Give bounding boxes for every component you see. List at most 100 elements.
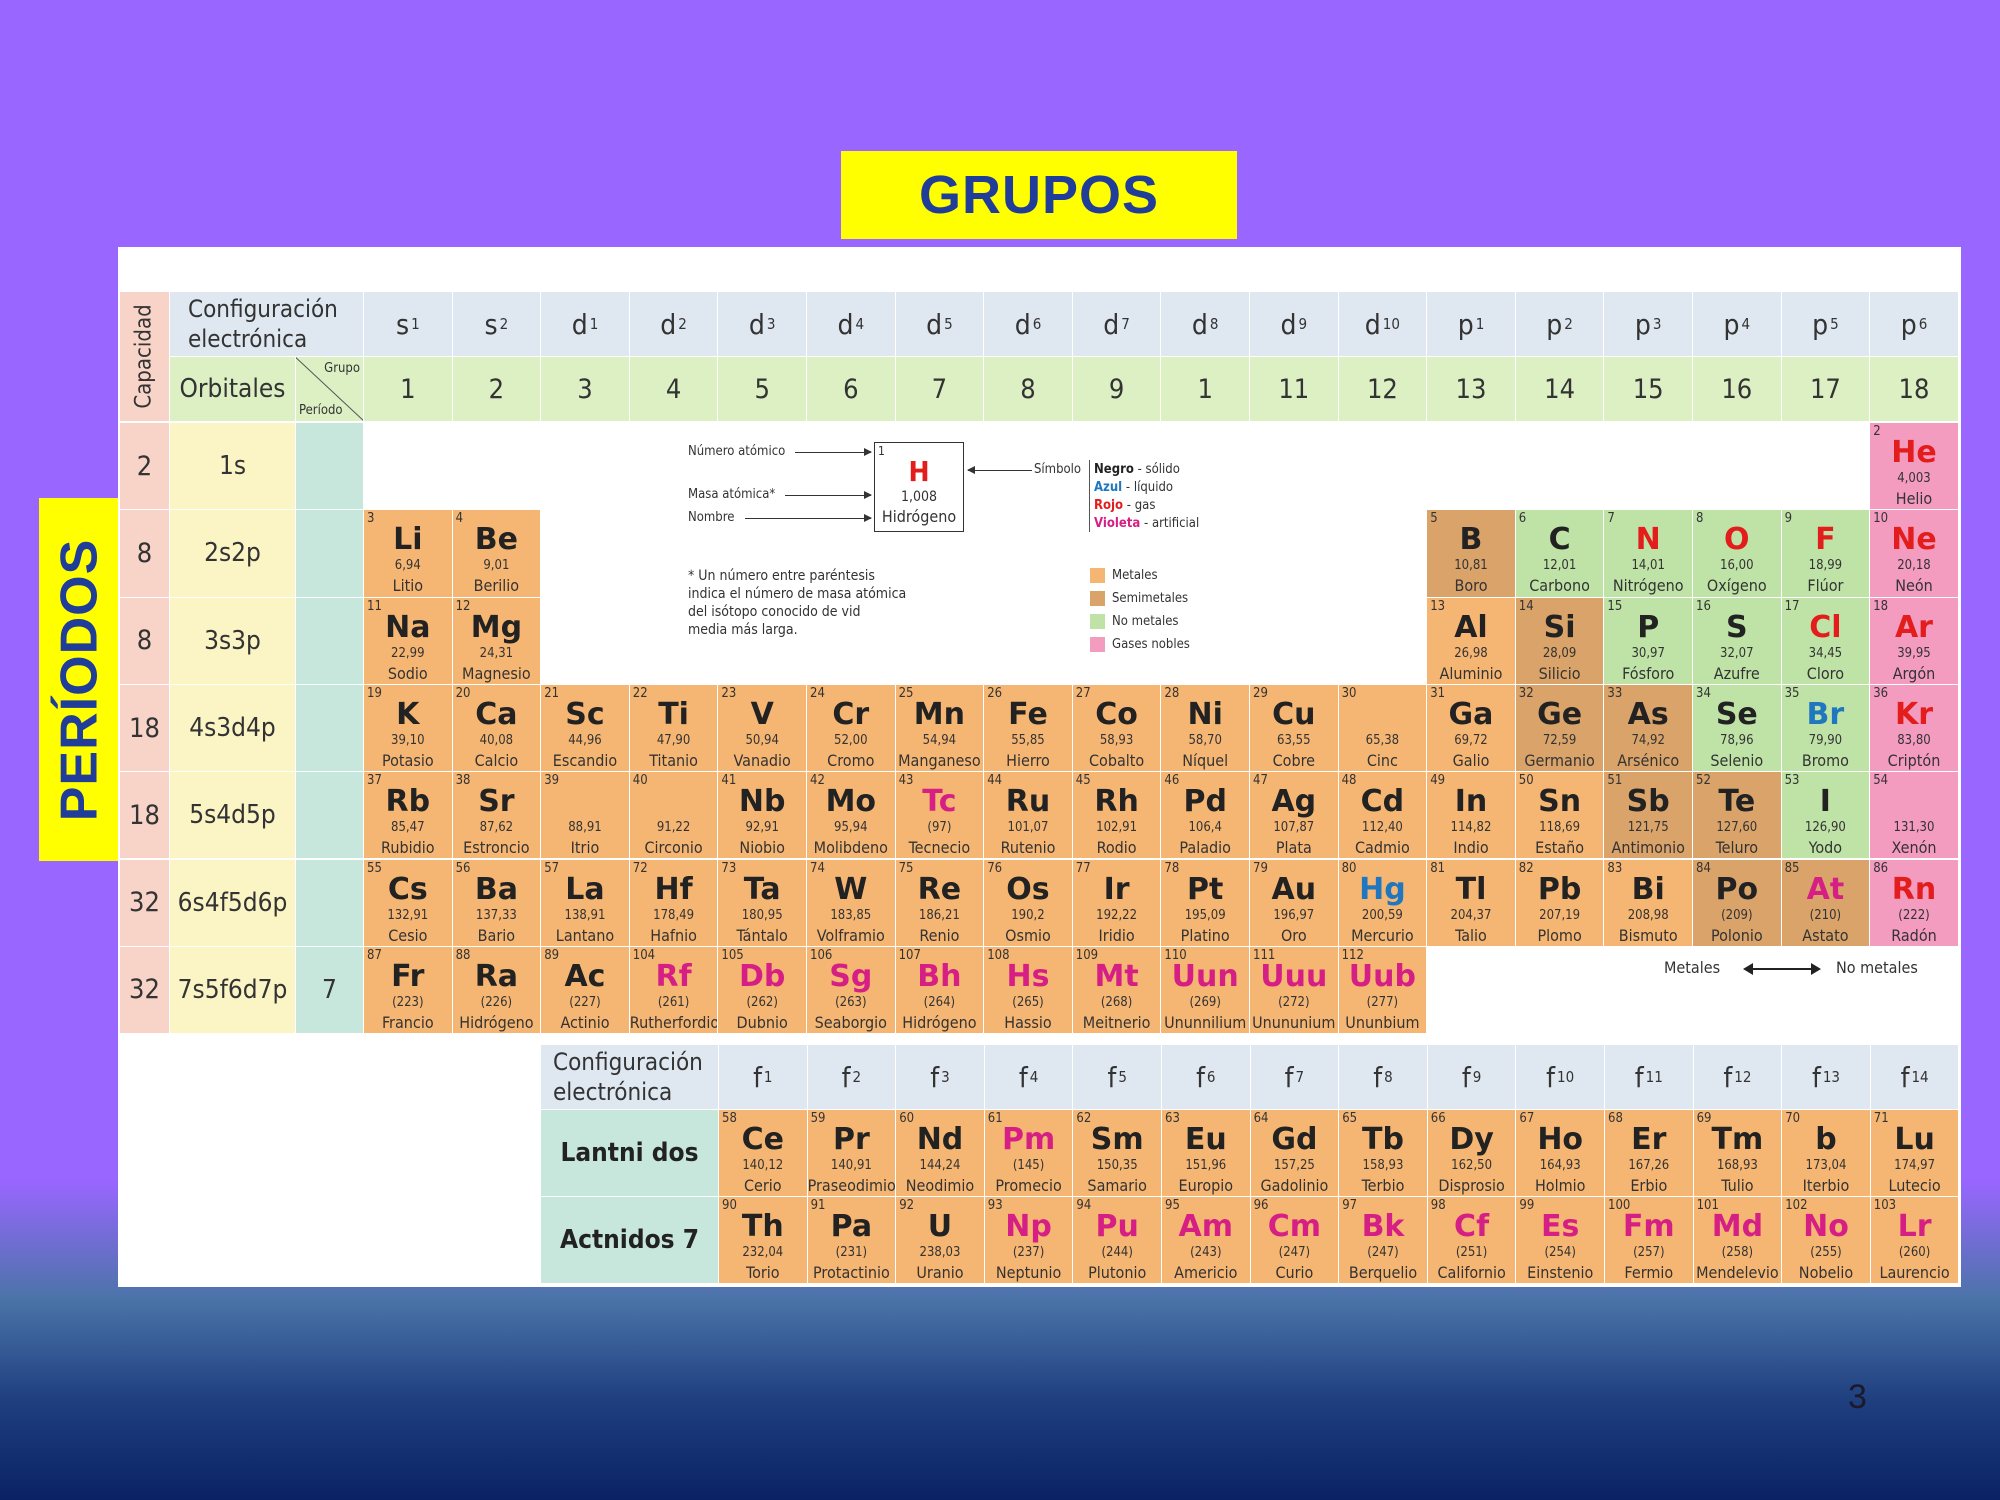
- element-67[interactable]: 67 Ho 164,93 Holmio: [1516, 1110, 1605, 1197]
- element-62[interactable]: 62 Sm 150,35 Samario: [1073, 1110, 1162, 1197]
- element-25[interactable]: 25 Mn 54,94 Manganeso: [895, 684, 985, 773]
- element-53[interactable]: 53 I 126,90 Yodo: [1781, 772, 1871, 860]
- element-20[interactable]: 20 Ca 40,08 Calcio: [452, 684, 542, 773]
- element-76[interactable]: 76 Os 190,2 Osmio: [984, 859, 1073, 947]
- element-87[interactable]: 87 Fr (223) Francio: [364, 946, 453, 1035]
- element-45[interactable]: 45 Rh 102,91 Rodio: [1072, 772, 1162, 860]
- element-37[interactable]: 37 Rb 85,47 Rubidio: [364, 772, 453, 860]
- element-107[interactable]: 107 Bh (264) Hidrógeno: [895, 946, 985, 1035]
- element-10[interactable]: 10 Ne 20,18 Neón: [1870, 510, 1959, 598]
- element-27[interactable]: 27 Co 58,93 Cobalto: [1072, 684, 1162, 773]
- element-39[interactable]: 39 88,91 Itrio: [541, 772, 630, 860]
- element-77[interactable]: 77 Ir 192,22 Iridio: [1072, 859, 1162, 947]
- element-74[interactable]: 74 W 183,85 Volframio: [807, 859, 896, 947]
- element-81[interactable]: 81 Tl 204,37 Talio: [1427, 859, 1516, 947]
- element-65[interactable]: 65 Tb 158,93 Terbio: [1339, 1110, 1428, 1197]
- element-18[interactable]: 18 Ar 39,95 Argón: [1870, 597, 1959, 685]
- element-108[interactable]: 108 Hs (265) Hassio: [984, 946, 1073, 1035]
- element-105[interactable]: 105 Db (262) Dubnio: [718, 946, 807, 1035]
- element-51[interactable]: 51 Sb 121,75 Antimonio: [1604, 772, 1693, 860]
- element-56[interactable]: 56 Ba 137,33 Bario: [452, 859, 542, 947]
- element-34[interactable]: 34 Se 78,96 Selenio: [1693, 684, 1782, 773]
- element-22[interactable]: 22 Ti 47,90 Titanio: [629, 684, 719, 773]
- element-109[interactable]: 109 Mt (268) Meitnerio: [1072, 946, 1162, 1035]
- element-92[interactable]: 92 U 238,03 Uranio: [896, 1197, 985, 1284]
- element-73[interactable]: 73 Ta 180,95 Tántalo: [718, 859, 807, 947]
- element-5[interactable]: 5 B 10,81 Boro: [1427, 510, 1516, 598]
- element-42[interactable]: 42 Mo 95,94 Molibdeno: [807, 772, 896, 860]
- element-43[interactable]: 43 Tc (97) Tecnecio: [895, 772, 985, 860]
- element-101[interactable]: 101 Md (258) Mendelevio: [1693, 1197, 1783, 1284]
- element-85[interactable]: 85 At (210) Astato: [1781, 859, 1871, 947]
- element-97[interactable]: 97 Bk (247) Berquelio: [1339, 1197, 1428, 1284]
- element-111[interactable]: 111 Uuu (272) Unununium: [1250, 946, 1339, 1035]
- element-88[interactable]: 88 Ra (226) Hidrógeno: [452, 946, 542, 1035]
- element-30[interactable]: 30 65,38 Cinc: [1338, 684, 1428, 773]
- element-83[interactable]: 83 Bi 208,98 Bismuto: [1604, 859, 1693, 947]
- element-89[interactable]: 89 Ac (227) Actinio: [541, 946, 630, 1035]
- element-49[interactable]: 49 In 114,82 Indio: [1427, 772, 1516, 860]
- element-63[interactable]: 63 Eu 151,96 Europio: [1162, 1110, 1251, 1197]
- element-15[interactable]: 15 P 30,97 Fósforo: [1604, 597, 1693, 685]
- element-78[interactable]: 78 Pt 195,09 Platino: [1161, 859, 1250, 947]
- element-2[interactable]: 2 He 4,003 Helio: [1870, 423, 1959, 511]
- element-19[interactable]: 19 K 39,10 Potasio: [364, 684, 453, 773]
- element-54[interactable]: 54 131,30 Xenón: [1870, 772, 1959, 860]
- element-90[interactable]: 90 Th 232,04 Torio: [719, 1197, 808, 1284]
- element-36[interactable]: 36 Kr 83,80 Criptón: [1870, 684, 1959, 773]
- element-24[interactable]: 24 Cr 52,00 Cromo: [807, 684, 896, 773]
- element-3[interactable]: 3 Li 6,94 Litio: [364, 510, 453, 598]
- element-32[interactable]: 32 Ge 72,59 Germanio: [1515, 684, 1605, 773]
- element-100[interactable]: 100 Fm (257) Fermio: [1605, 1197, 1694, 1284]
- element-31[interactable]: 31 Ga 69,72 Galio: [1427, 684, 1516, 773]
- element-59[interactable]: 59 Pr 140,91 Praseodimio: [807, 1110, 897, 1197]
- element-80[interactable]: 80 Hg 200,59 Mercurio: [1338, 859, 1428, 947]
- element-72[interactable]: 72 Hf 178,49 Hafnio: [629, 859, 719, 947]
- element-52[interactable]: 52 Te 127,60 Teluro: [1693, 772, 1782, 860]
- element-16[interactable]: 16 S 32,07 Azufre: [1693, 597, 1782, 685]
- element-13[interactable]: 13 Al 26,98 Aluminio: [1427, 597, 1516, 685]
- element-60[interactable]: 60 Nd 144,24 Neodimio: [896, 1110, 985, 1197]
- element-12[interactable]: 12 Mg 24,31 Magnesio: [452, 597, 542, 685]
- element-71[interactable]: 71 Lu 174,97 Lutecio: [1870, 1110, 1960, 1197]
- element-40[interactable]: 40 91,22 Circonio: [629, 772, 719, 860]
- element-93[interactable]: 93 Np (237) Neptunio: [984, 1197, 1074, 1284]
- element-38[interactable]: 38 Sr 87,62 Estroncio: [452, 772, 542, 860]
- element-23[interactable]: 23 V 50,94 Vanadio: [718, 684, 807, 773]
- element-84[interactable]: 84 Po (209) Polonio: [1693, 859, 1782, 947]
- element-35[interactable]: 35 Br 79,90 Bromo: [1781, 684, 1871, 773]
- element-17[interactable]: 17 Cl 34,45 Cloro: [1781, 597, 1871, 685]
- element-50[interactable]: 50 Sn 118,69 Estaño: [1515, 772, 1605, 860]
- element-98[interactable]: 98 Cf (251) Californio: [1427, 1197, 1517, 1284]
- element-99[interactable]: 99 Es (254) Einstenio: [1516, 1197, 1605, 1284]
- element-11[interactable]: 11 Na 22,99 Sodio: [364, 597, 453, 685]
- element-55[interactable]: 55 Cs 132,91 Cesio: [364, 859, 453, 947]
- element-110[interactable]: 110 Uun (269) Ununnilium: [1161, 946, 1250, 1035]
- element-94[interactable]: 94 Pu (244) Plutonio: [1073, 1197, 1162, 1284]
- element-68[interactable]: 68 Er 167,26 Erbio: [1605, 1110, 1694, 1197]
- element-41[interactable]: 41 Nb 92,91 Niobio: [718, 772, 807, 860]
- element-33[interactable]: 33 As 74,92 Arsénico: [1604, 684, 1693, 773]
- element-14[interactable]: 14 Si 28,09 Silicio: [1515, 597, 1605, 685]
- element-47[interactable]: 47 Ag 107,87 Plata: [1250, 772, 1339, 860]
- element-61[interactable]: 61 Pm (145) Promecio: [984, 1110, 1074, 1197]
- element-4[interactable]: 4 Be 9,01 Berilio: [452, 510, 542, 598]
- element-64[interactable]: 64 Gd 157,25 Gadolinio: [1250, 1110, 1340, 1197]
- element-103[interactable]: 103 Lr (260) Laurencio: [1870, 1197, 1960, 1284]
- element-9[interactable]: 9 F 18,99 Flúor: [1781, 510, 1871, 598]
- element-46[interactable]: 46 Pd 106,4 Paladio: [1161, 772, 1250, 860]
- element-104[interactable]: 104 Rf (261) Rutherfordio: [629, 946, 719, 1035]
- element-70[interactable]: 70 b 173,04 Iterbio: [1782, 1110, 1871, 1197]
- element-79[interactable]: 79 Au 196,97 Oro: [1250, 859, 1339, 947]
- element-58[interactable]: 58 Ce 140,12 Cerio: [719, 1110, 808, 1197]
- element-95[interactable]: 95 Am (243) Americio: [1162, 1197, 1251, 1284]
- element-57[interactable]: 57 La 138,91 Lantano: [541, 859, 630, 947]
- element-91[interactable]: 91 Pa (231) Protactinio: [807, 1197, 897, 1284]
- element-112[interactable]: 112 Uub (277) Ununbium: [1338, 946, 1428, 1035]
- element-44[interactable]: 44 Ru 101,07 Rutenio: [984, 772, 1073, 860]
- element-26[interactable]: 26 Fe 55,85 Hierro: [984, 684, 1073, 773]
- element-28[interactable]: 28 Ni 58,70 Níquel: [1161, 684, 1250, 773]
- element-82[interactable]: 82 Pb 207,19 Plomo: [1515, 859, 1605, 947]
- element-29[interactable]: 29 Cu 63,55 Cobre: [1250, 684, 1339, 773]
- element-86[interactable]: 86 Rn (222) Radón: [1870, 859, 1959, 947]
